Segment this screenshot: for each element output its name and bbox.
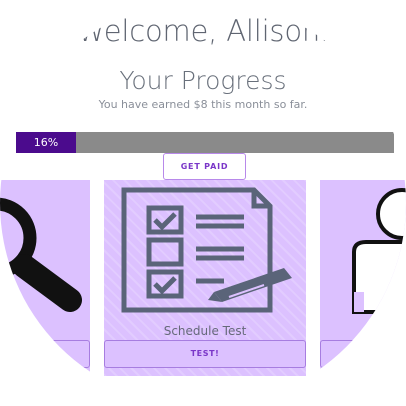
progress-title: Your Progress	[119, 66, 287, 95]
circular-viewport: Welcome, Allison. Your Progress You have…	[0, 0, 406, 406]
card-search[interactable]	[0, 180, 90, 376]
test-button[interactable]: TEST!	[104, 340, 306, 368]
welcome-heading: Welcome, Allison.	[76, 14, 330, 48]
get-paid-button[interactable]: GET PAID	[163, 153, 246, 180]
card-search-button[interactable]	[0, 340, 90, 368]
app-screen: Welcome, Allison. Your Progress You have…	[0, 0, 406, 406]
progress-bar: 16%	[16, 132, 394, 153]
earnings-summary: You have earned $8 this month so far.	[98, 98, 308, 111]
card-profile-button[interactable]	[320, 340, 406, 368]
progress-percent-label: 16%	[33, 136, 59, 149]
card-schedule-test[interactable]: Schedule Test TEST!	[104, 180, 306, 376]
card-profile[interactable]	[320, 180, 406, 376]
checklist-icon	[121, 187, 292, 313]
card-title-schedule-test: Schedule Test	[163, 324, 247, 338]
